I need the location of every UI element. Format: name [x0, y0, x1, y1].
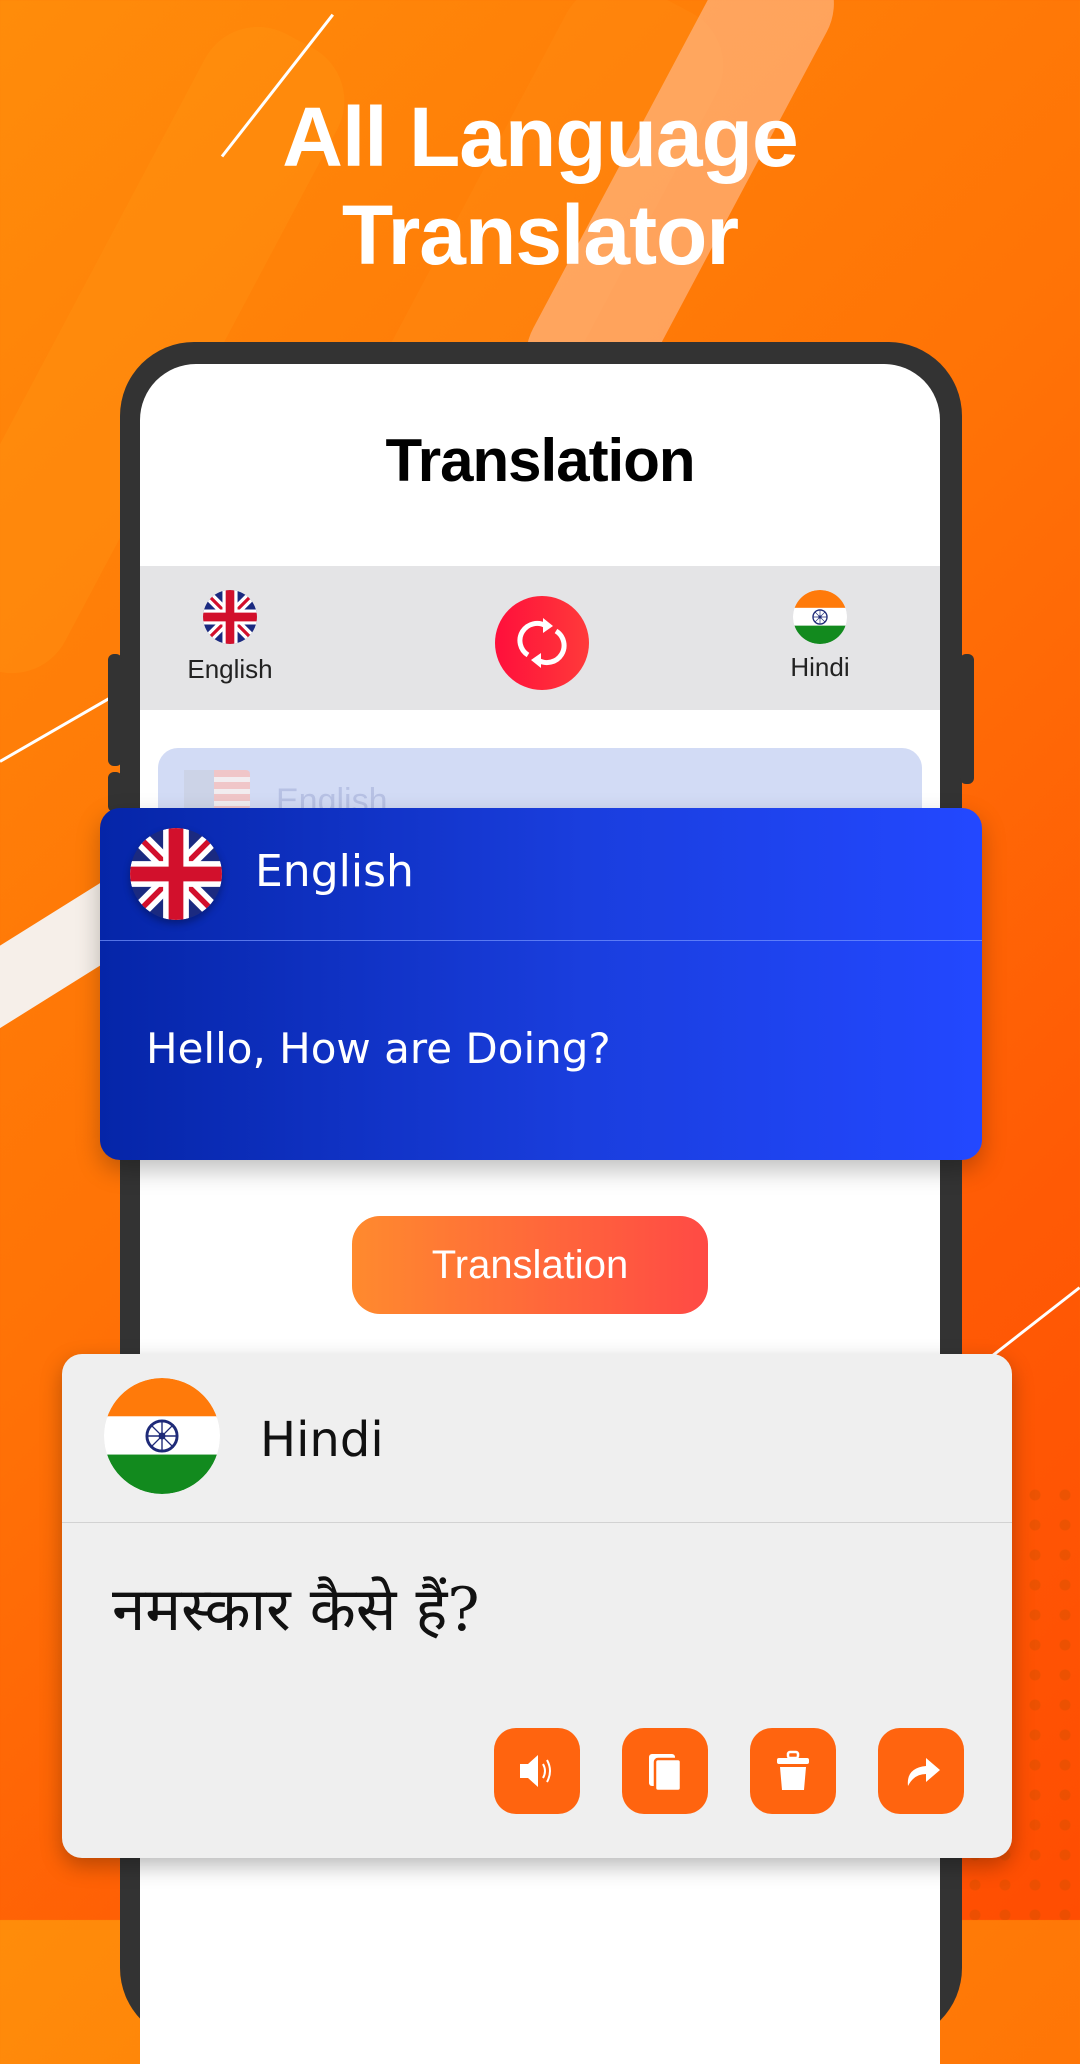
delete-button[interactable]: [750, 1728, 836, 1814]
phone-power-button: [960, 654, 974, 784]
source-card-header: English: [100, 808, 982, 941]
source-text-card[interactable]: English Hello, How are Doing?: [100, 808, 982, 1160]
share-icon: [907, 1758, 940, 1786]
speaker-icon: [520, 1755, 551, 1787]
source-language-label: English: [187, 654, 273, 684]
result-text-card: Hindi नमस्कार कैसे हैं?: [62, 1354, 1012, 1858]
bg-line: [984, 1286, 1080, 1363]
result-card-header: Hindi: [62, 1354, 1012, 1523]
promo-headline: All Language Translator: [0, 88, 1080, 284]
result-card-language: Hindi: [260, 1412, 384, 1468]
uk-flag-icon: [130, 828, 222, 920]
target-language-picker[interactable]: Hindi: [770, 566, 870, 683]
source-card-language: English: [255, 846, 414, 897]
language-selector-bar: English Hindi: [140, 566, 940, 710]
swap-arrows-icon: [517, 618, 567, 668]
translate-button[interactable]: Translation: [352, 1216, 708, 1314]
result-actions: [494, 1728, 964, 1814]
india-flag-icon: [793, 590, 847, 644]
speak-button[interactable]: [494, 1728, 580, 1814]
headline-line-2: Translator: [341, 188, 739, 282]
share-button[interactable]: [878, 1728, 964, 1814]
translated-text: नमस्कार कैसे हैं?: [112, 1575, 480, 1645]
source-language-picker[interactable]: English: [180, 566, 280, 685]
target-language-label: Hindi: [790, 652, 850, 682]
swap-languages-button[interactable]: [495, 596, 589, 690]
copy-icon: [649, 1754, 683, 1793]
us-flag-icon: [184, 770, 250, 810]
screen-title: Translation: [385, 427, 695, 494]
uk-flag-icon: [203, 590, 257, 644]
trash-icon: [777, 1750, 809, 1790]
india-flag-icon: [104, 1378, 220, 1494]
headline-line-1: All Language: [282, 90, 798, 184]
phone-side-button: [108, 772, 122, 812]
phone-volume-button: [108, 654, 122, 766]
copy-button[interactable]: [622, 1728, 708, 1814]
source-text[interactable]: Hello, How are Doing?: [146, 1024, 611, 1073]
